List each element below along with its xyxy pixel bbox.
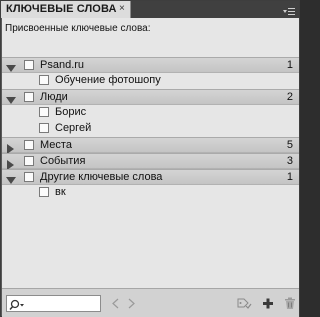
keyword-group-row[interactable]: Места 5 bbox=[2, 137, 299, 154]
keyword-group-label: События bbox=[40, 155, 86, 167]
keywords-content: Присвоенные ключевые слова: Psand.ru 1 Обу… bbox=[2, 18, 299, 288]
keyword-group-label: Люди bbox=[40, 91, 68, 103]
delete-icon[interactable] bbox=[283, 297, 297, 310]
keyword-item-label: Сергей bbox=[55, 122, 92, 134]
panel-bottom-bar bbox=[2, 288, 299, 317]
new-keyword-icon[interactable] bbox=[261, 297, 275, 310]
keyword-checkbox[interactable] bbox=[39, 123, 49, 133]
keyword-count: 1 bbox=[286, 171, 293, 183]
disclosure-collapsed-icon[interactable] bbox=[6, 157, 16, 170]
disclosure-expanded-icon[interactable] bbox=[6, 93, 16, 104]
keywords-panel: КЛЮЧЕВЫЕ СЛОВА × Присвоенные ключевые сл… bbox=[0, 0, 300, 317]
keyword-checkbox[interactable] bbox=[39, 107, 49, 117]
keyword-checkbox[interactable] bbox=[24, 172, 34, 182]
keyword-checkbox[interactable] bbox=[39, 75, 49, 85]
disclosure-expanded-icon[interactable] bbox=[6, 61, 16, 72]
previous-icon[interactable] bbox=[109, 297, 123, 310]
panel-tab-bar: КЛЮЧЕВЫЕ СЛОВА × bbox=[1, 1, 299, 18]
keyword-group-row[interactable]: Люди 2 bbox=[2, 89, 299, 105]
keyword-group-label: Места bbox=[40, 139, 72, 151]
apply-keyword-icon[interactable] bbox=[236, 297, 252, 310]
keyword-checkbox[interactable] bbox=[39, 187, 49, 197]
keyword-group-label: Psand.ru bbox=[40, 59, 85, 71]
keyword-item-row[interactable]: Борис bbox=[2, 105, 299, 121]
tab-label: КЛЮЧЕВЫЕ СЛОВА bbox=[6, 3, 117, 15]
disclosure-expanded-icon[interactable] bbox=[6, 173, 16, 184]
keyword-group-label: Другие ключевые слова bbox=[40, 171, 163, 183]
keyword-item-label: вк bbox=[55, 186, 66, 198]
keyword-item-label: Борис bbox=[55, 106, 87, 118]
keyword-item-row[interactable]: Обучение фотошопу bbox=[2, 73, 299, 89]
keyword-group-row[interactable]: События 3 bbox=[2, 153, 299, 170]
search-input[interactable] bbox=[27, 297, 97, 310]
keyword-checkbox[interactable] bbox=[24, 156, 34, 166]
keyword-item-row[interactable]: Сергей bbox=[2, 121, 299, 137]
keyword-checkbox[interactable] bbox=[24, 140, 34, 150]
panel-menu-icon[interactable] bbox=[283, 4, 295, 15]
keyword-count: 5 bbox=[286, 139, 293, 151]
keyword-item-row[interactable]: вк bbox=[2, 185, 299, 201]
keyword-checkbox[interactable] bbox=[24, 92, 34, 102]
keyword-item-label: Обучение фотошопу bbox=[55, 74, 161, 86]
keyword-group-row[interactable]: Другие ключевые слова 1 bbox=[2, 169, 299, 185]
keyword-count: 1 bbox=[286, 59, 293, 71]
disclosure-collapsed-icon[interactable] bbox=[6, 141, 16, 154]
keyword-count: 2 bbox=[286, 91, 293, 103]
next-icon[interactable] bbox=[124, 297, 138, 310]
keyword-checkbox[interactable] bbox=[24, 60, 34, 70]
close-icon[interactable]: × bbox=[119, 4, 129, 14]
search-field[interactable] bbox=[6, 295, 101, 312]
search-icon[interactable] bbox=[9, 298, 25, 311]
keyword-count: 3 bbox=[286, 155, 293, 167]
tab-keywords[interactable]: КЛЮЧЕВЫЕ СЛОВА × bbox=[1, 1, 131, 18]
assigned-keywords-label: Присвоенные ключевые слова: bbox=[5, 23, 151, 34]
keyword-group-row[interactable]: Psand.ru 1 bbox=[2, 57, 299, 73]
